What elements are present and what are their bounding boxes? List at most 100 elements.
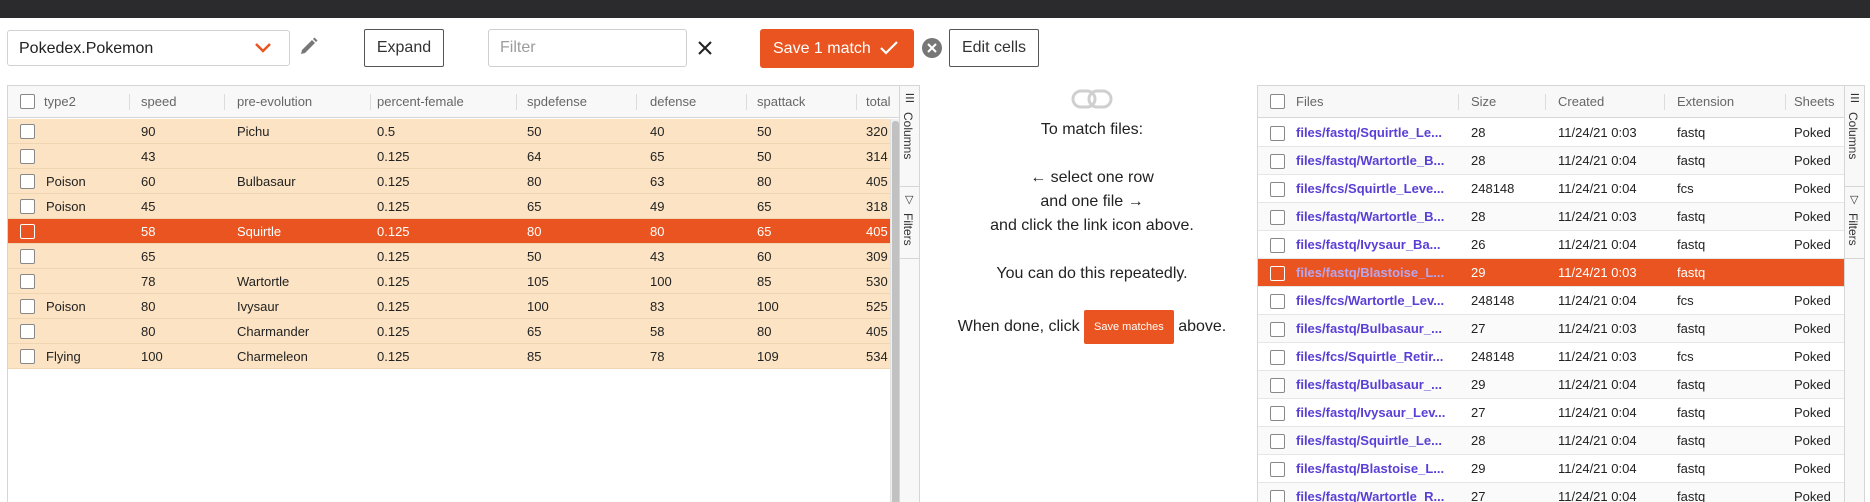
- file-row[interactable]: files/fastq/Squirtle_Le... 28 11/24/21 0:0…: [1258, 119, 1844, 147]
- column-header-created[interactable]: Created: [1558, 86, 1604, 118]
- column-header-defense[interactable]: defense: [650, 86, 696, 118]
- edit-cells-button[interactable]: Edit cells: [949, 29, 1039, 67]
- file-link[interactable]: files/fcs/Squirtle_Retir...: [1296, 343, 1451, 371]
- file-checkbox[interactable]: [1270, 378, 1285, 393]
- column-header-speed[interactable]: speed: [141, 86, 176, 118]
- files-columns-tab[interactable]: ☰ Columns: [1845, 86, 1864, 187]
- total-cell: 530: [866, 274, 888, 289]
- column-header-total[interactable]: total: [866, 86, 899, 118]
- extension-cell: fastq: [1677, 153, 1706, 168]
- file-checkbox[interactable]: [1270, 490, 1285, 502]
- table-row[interactable]: 65 0.125 50 43 60 309: [8, 244, 890, 269]
- file-link[interactable]: files/fastq/Squirtle_Le...: [1296, 119, 1451, 147]
- row-checkbox[interactable]: [20, 199, 35, 214]
- row-checkbox[interactable]: [20, 224, 35, 239]
- filter-input[interactable]: [488, 29, 687, 67]
- sheets-cell: Poked: [1794, 321, 1831, 336]
- file-row[interactable]: files/fastq/Bulbasaur_... 27 11/24/21 0:03…: [1258, 315, 1844, 343]
- file-row[interactable]: files/fastq/Wartortle_B... 28 11/24/21 0:0…: [1258, 203, 1844, 231]
- created-cell: 11/24/21 0:04: [1558, 433, 1637, 448]
- row-checkbox[interactable]: [20, 349, 35, 364]
- file-link[interactable]: files/fastq/Blastoise_L...: [1296, 455, 1451, 483]
- table-row[interactable]: 90 Pichu 0.5 50 40 50 320: [8, 119, 890, 144]
- select-all-files-checkbox[interactable]: [1270, 94, 1285, 109]
- file-row[interactable]: files/fastq/Blastoise_L... 29 11/24/21 0:0…: [1258, 455, 1844, 483]
- save-matches-button[interactable]: Save 1 match: [760, 29, 914, 68]
- file-checkbox[interactable]: [1270, 126, 1285, 141]
- vertical-scrollbar[interactable]: [890, 119, 899, 502]
- file-link[interactable]: files/fastq/Bulbasaur_...: [1296, 371, 1451, 399]
- instruction-text: above.: [1178, 318, 1227, 336]
- file-checkbox[interactable]: [1270, 154, 1285, 169]
- file-link[interactable]: files/fastq/Blastoise_L...: [1296, 259, 1451, 287]
- columns-tab[interactable]: ☰ Columns: [900, 86, 919, 187]
- column-header-extension[interactable]: Extension: [1677, 86, 1734, 118]
- file-checkbox[interactable]: [1270, 210, 1285, 225]
- table-row[interactable]: 58 Squirtle 0.125 80 80 65 405: [8, 219, 890, 244]
- close-icon[interactable]: [696, 39, 714, 57]
- table-row[interactable]: 78 Wartortle 0.125 105 100 85 530: [8, 269, 890, 294]
- file-checkbox[interactable]: [1270, 294, 1285, 309]
- table-row[interactable]: Flying 100 Charmeleon 0.125 85 78 109 534: [8, 344, 890, 369]
- file-link[interactable]: files/fcs/Squirtle_Leve...: [1296, 175, 1451, 203]
- cancel-circle-icon[interactable]: [922, 38, 942, 58]
- file-row[interactable]: files/fcs/Squirtle_Leve... 248148 11/24/21…: [1258, 175, 1844, 203]
- row-checkbox[interactable]: [20, 124, 35, 139]
- pencil-icon[interactable]: [297, 36, 319, 58]
- file-row[interactable]: files/fastq/Ivysaur_Lev... 27 11/24/21 0:0…: [1258, 399, 1844, 427]
- row-checkbox[interactable]: [20, 324, 35, 339]
- table-row[interactable]: Poison 45 0.125 65 49 65 318: [8, 194, 890, 219]
- file-checkbox[interactable]: [1270, 434, 1285, 449]
- file-link[interactable]: files/fastq/Bulbasaur_...: [1296, 315, 1451, 343]
- file-row[interactable]: files/fcs/Squirtle_Retir... 248148 11/24/2…: [1258, 343, 1844, 371]
- table-row[interactable]: Poison 80 Ivysaur 0.125 100 83 100 525: [8, 294, 890, 319]
- file-row[interactable]: files/fastq/Wartortle_B... 28 11/24/21 0:0…: [1258, 147, 1844, 175]
- select-all-checkbox[interactable]: [20, 94, 35, 109]
- column-header-percent-female[interactable]: percent-female: [377, 86, 464, 118]
- column-header-sheets[interactable]: Sheets: [1794, 86, 1844, 118]
- row-checkbox[interactable]: [20, 249, 35, 264]
- file-checkbox[interactable]: [1270, 322, 1285, 337]
- file-row[interactable]: files/fastq/Blastoise_L... 29 11/24/21 0:0…: [1258, 259, 1844, 287]
- scrollbar-thumb[interactable]: [892, 121, 899, 502]
- files-filters-tab[interactable]: ▽ Filters: [1845, 187, 1864, 259]
- file-row[interactable]: files/fcs/Wartortle_Lev... 248148 11/24/21…: [1258, 287, 1844, 315]
- save-matches-label: Save 1 match: [773, 39, 871, 57]
- file-row[interactable]: files/fastq/Ivysaur_Ba... 26 11/24/21 0:04…: [1258, 231, 1844, 259]
- defense-cell: 78: [650, 349, 665, 364]
- file-checkbox[interactable]: [1270, 182, 1285, 197]
- table-row[interactable]: 43 0.125 64 65 50 314: [8, 144, 890, 169]
- file-row[interactable]: files/fastq/Squirtle_Le... 28 11/24/21 0:0…: [1258, 427, 1844, 455]
- file-row[interactable]: files/fastq/Bulbasaur_... 29 11/24/21 0:04…: [1258, 371, 1844, 399]
- expand-button[interactable]: Expand: [364, 29, 444, 67]
- file-link[interactable]: files/fastq/Ivysaur_Ba...: [1296, 231, 1451, 259]
- file-link[interactable]: files/fastq/Squirtle_Le...: [1296, 427, 1451, 455]
- file-link[interactable]: files/fastq/Wartortle_B...: [1296, 203, 1451, 231]
- file-link[interactable]: files/fcs/Wartortle_Lev...: [1296, 287, 1451, 315]
- column-header-type2[interactable]: type2: [44, 86, 76, 118]
- file-checkbox[interactable]: [1270, 238, 1285, 253]
- link-icon[interactable]: [1071, 88, 1113, 110]
- file-link[interactable]: files/fastq/Ivysaur_Lev...: [1296, 399, 1451, 427]
- table-row[interactable]: Poison 60 Bulbasaur 0.125 80 63 80 405: [8, 169, 890, 194]
- column-header-size[interactable]: Size: [1471, 86, 1496, 118]
- table-row[interactable]: 80 Charmander 0.125 65 58 80 405: [8, 319, 890, 344]
- row-checkbox[interactable]: [20, 149, 35, 164]
- file-link[interactable]: files/fastq/Wartortle_R...: [1296, 483, 1451, 502]
- column-header-spattack[interactable]: spattack: [757, 86, 805, 118]
- filters-tab[interactable]: ▽ Filters: [900, 187, 919, 259]
- file-row[interactable]: files/fastq/Wartortle_R... 27 11/24/21 0:0…: [1258, 483, 1844, 502]
- row-checkbox[interactable]: [20, 274, 35, 289]
- file-checkbox[interactable]: [1270, 350, 1285, 365]
- file-checkbox[interactable]: [1270, 462, 1285, 477]
- column-header-files[interactable]: Files: [1296, 86, 1323, 118]
- column-header-pre-evolution[interactable]: pre-evolution: [237, 86, 312, 118]
- file-link[interactable]: files/fastq/Wartortle_B...: [1296, 147, 1451, 175]
- dataset-select[interactable]: Pokedex.Pokemon: [7, 30, 290, 66]
- row-checkbox[interactable]: [20, 174, 35, 189]
- sheets-cell: Poked: [1794, 349, 1831, 364]
- file-checkbox[interactable]: [1270, 406, 1285, 421]
- file-checkbox[interactable]: [1270, 266, 1285, 281]
- column-header-spdefense[interactable]: spdefense: [527, 86, 587, 118]
- row-checkbox[interactable]: [20, 299, 35, 314]
